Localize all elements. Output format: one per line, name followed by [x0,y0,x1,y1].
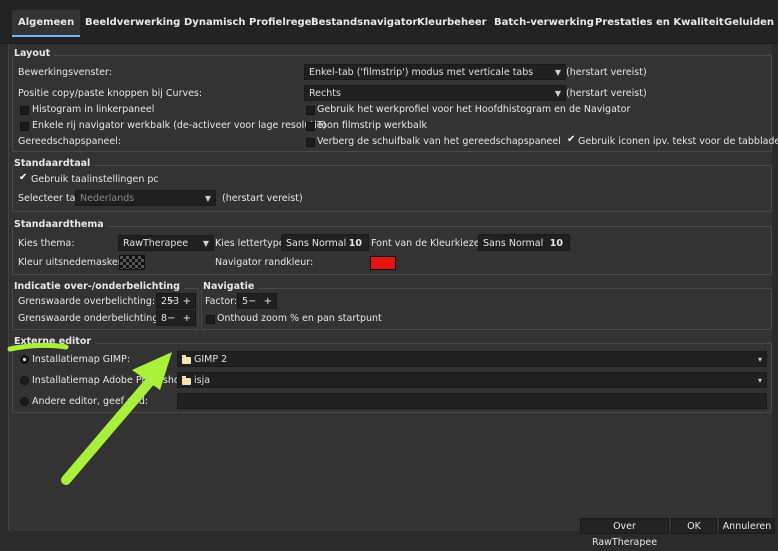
highlight-underline [7,342,69,352]
annotation-overlay [7,342,172,485]
ok-button[interactable]: OK [671,518,717,534]
about-button[interactable]: Over RawTherapee [580,518,669,548]
cancel-button[interactable]: Annuleren [719,518,775,534]
arrow-shaft [61,367,163,485]
